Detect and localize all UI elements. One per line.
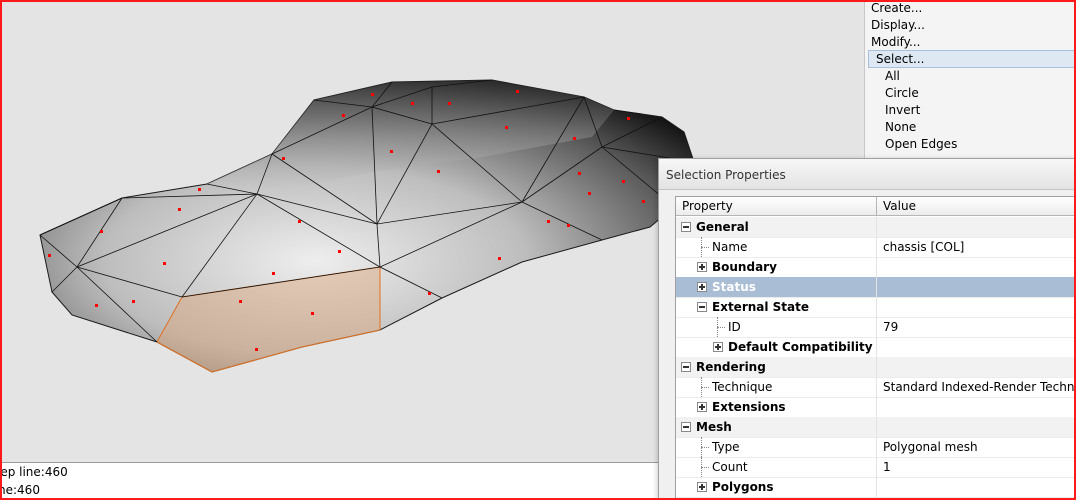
menu-item-none[interactable]: None <box>885 119 916 135</box>
property-value <box>877 357 1076 377</box>
property-row-name[interactable]: Name chassis [COL] <box>676 237 1076 258</box>
expand-icon[interactable] <box>697 402 707 412</box>
expand-icon[interactable] <box>697 482 707 492</box>
property-value[interactable]: 79 <box>877 317 1076 337</box>
property-row-default-compatibility[interactable]: Default Compatibility <box>676 337 1076 358</box>
property-row-polygons[interactable]: Polygons <box>676 477 1076 498</box>
property-label: External State <box>712 300 810 314</box>
log-line: Step line:460 <box>2 465 68 479</box>
property-value[interactable]: Standard Indexed-Render Techniq... <box>877 377 1076 397</box>
category-mesh[interactable]: Mesh <box>676 417 1076 438</box>
collapse-icon[interactable] <box>681 362 691 372</box>
property-label: Status <box>712 280 756 294</box>
property-row-external-state[interactable]: External State <box>676 297 1076 318</box>
property-row-type[interactable]: Type Polygonal mesh <box>676 437 1076 458</box>
property-label: General <box>696 220 749 234</box>
property-value <box>877 217 1076 237</box>
property-label: Polygons <box>712 480 774 494</box>
property-label: Count <box>712 460 748 474</box>
property-row-status[interactable]: Status <box>676 277 1076 298</box>
menu-item-circle[interactable]: Circle <box>885 85 919 101</box>
grid-header: Property Value <box>676 197 1076 216</box>
menu-item-invert[interactable]: Invert <box>885 102 920 118</box>
property-row-extensions[interactable]: Extensions <box>676 397 1076 418</box>
context-menu: Create... Display... Modify... Select...… <box>864 0 1076 160</box>
property-value[interactable]: chassis [COL] <box>877 237 1076 257</box>
property-value <box>877 417 1076 437</box>
property-label: Extensions <box>712 400 786 414</box>
property-value <box>877 477 1076 497</box>
property-label: Boundary <box>712 260 777 274</box>
property-label: Mesh <box>696 420 732 434</box>
selection-properties-panel: Selection Properties Property Value Gene… <box>658 158 1076 500</box>
property-value <box>877 337 1076 357</box>
property-value <box>877 397 1076 417</box>
property-row-count[interactable]: Count 1 <box>676 457 1076 478</box>
property-row-technique[interactable]: Technique Standard Indexed-Render Techni… <box>676 377 1076 398</box>
menu-item-display[interactable]: Display... <box>871 17 925 33</box>
property-value <box>877 297 1076 317</box>
collapse-icon[interactable] <box>697 302 707 312</box>
property-label: Default Compatibility <box>728 340 873 354</box>
property-label: Name <box>712 240 748 254</box>
property-label: Technique <box>712 380 773 394</box>
property-label: Rendering <box>696 360 766 374</box>
expand-icon[interactable] <box>697 282 707 292</box>
property-label: ID <box>728 320 741 334</box>
property-column-header[interactable]: Property <box>676 197 877 215</box>
category-rendering[interactable]: Rendering <box>676 357 1076 378</box>
property-value[interactable]: Polygonal mesh <box>877 437 1076 457</box>
property-value <box>877 257 1076 277</box>
property-row-boundary[interactable]: Boundary <box>676 257 1076 278</box>
property-row-id[interactable]: ID 79 <box>676 317 1076 338</box>
expand-icon[interactable] <box>713 342 723 352</box>
property-value <box>877 277 1076 297</box>
menu-item-create[interactable]: Create... <box>871 0 922 16</box>
log-line: Line:460 <box>2 483 40 497</box>
menu-item-modify[interactable]: Modify... <box>871 34 921 50</box>
menu-item-all[interactable]: All <box>885 68 900 84</box>
panel-title[interactable]: Selection Properties <box>659 159 1075 190</box>
menu-item-select[interactable]: Select... <box>868 50 1076 68</box>
menu-item-open-edges[interactable]: Open Edges <box>885 136 957 152</box>
property-value[interactable]: 1 <box>877 457 1076 477</box>
property-grid[interactable]: Property Value General Name chassis [COL… <box>675 196 1076 500</box>
collapse-icon[interactable] <box>681 222 691 232</box>
property-label: Type <box>712 440 740 454</box>
expand-icon[interactable] <box>697 262 707 272</box>
collapse-icon[interactable] <box>681 422 691 432</box>
value-column-header[interactable]: Value <box>877 197 1076 215</box>
category-general[interactable]: General <box>676 217 1076 238</box>
